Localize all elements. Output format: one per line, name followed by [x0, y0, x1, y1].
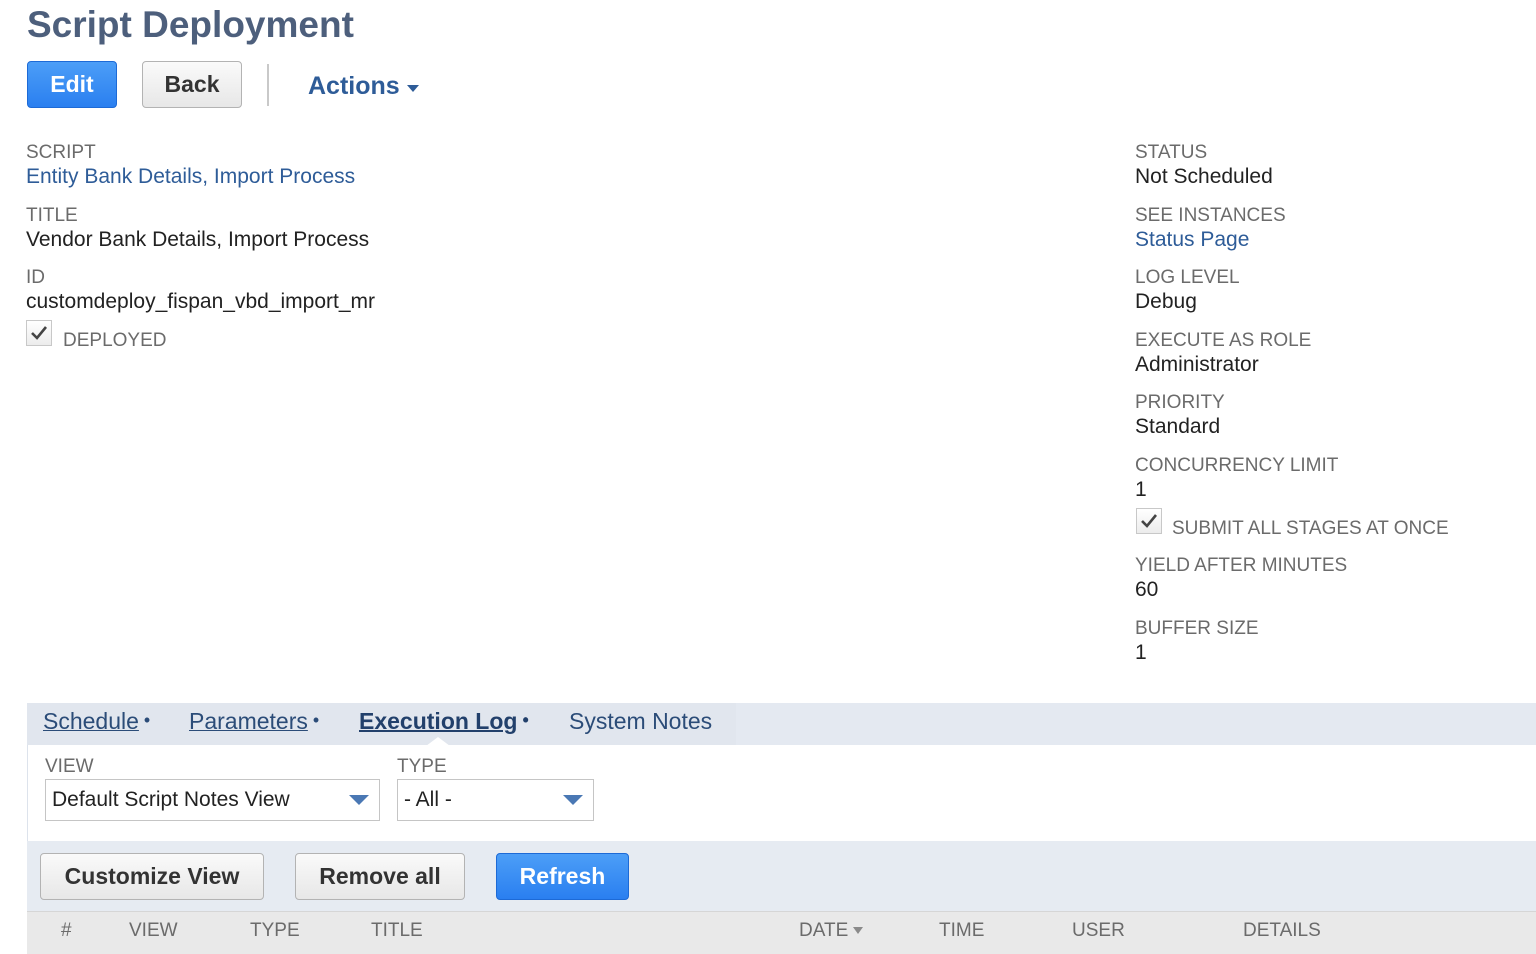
- execute-as-role-value: Administrator: [1135, 353, 1259, 376]
- execute-as-role-label: EXECUTE AS ROLE: [1135, 330, 1312, 351]
- concurrency-limit-label: CONCURRENCY LIMIT: [1135, 455, 1339, 476]
- id-label: ID: [26, 267, 45, 288]
- type-select-value: - All -: [404, 788, 452, 811]
- column-header-view[interactable]: VIEW: [129, 920, 178, 942]
- tab-execution-log[interactable]: Execution Log •: [359, 708, 529, 735]
- sort-descending-icon: [853, 927, 864, 934]
- buffer-size-label: BUFFER SIZE: [1135, 618, 1259, 639]
- see-instances-label: SEE INSTANCES: [1135, 205, 1286, 226]
- page-title: Script Deployment: [27, 4, 354, 45]
- tab-execution-log-label: Execution Log: [359, 708, 518, 734]
- column-header-number[interactable]: #: [61, 920, 72, 942]
- tab-parameters-dot: •: [312, 710, 320, 730]
- column-header-details[interactable]: DETAILS: [1243, 920, 1321, 942]
- dropdown-arrow-icon: [563, 795, 583, 805]
- title-label: TITLE: [26, 205, 78, 226]
- edit-button[interactable]: Edit: [27, 61, 117, 108]
- customize-view-button[interactable]: Customize View: [40, 853, 264, 900]
- refresh-button[interactable]: Refresh: [496, 853, 629, 900]
- remove-all-button[interactable]: Remove all: [295, 853, 465, 900]
- checkmark-icon: [31, 326, 48, 340]
- checkmark-icon: [1141, 514, 1158, 528]
- column-header-user[interactable]: USER: [1072, 920, 1125, 942]
- dropdown-arrow-icon: [349, 795, 369, 805]
- tab-schedule-label: Schedule: [43, 708, 139, 734]
- submit-all-stages-checkbox[interactable]: [1136, 508, 1162, 534]
- deployed-label: DEPLOYED: [63, 330, 167, 351]
- tab-schedule[interactable]: Schedule •: [43, 708, 150, 735]
- view-select[interactable]: Default Script Notes View: [45, 779, 380, 821]
- status-value: Not Scheduled: [1135, 165, 1273, 188]
- column-header-date-label: DATE: [799, 920, 849, 941]
- tab-parameters[interactable]: Parameters •: [189, 708, 319, 735]
- log-level-label: LOG LEVEL: [1135, 267, 1240, 288]
- priority-label: PRIORITY: [1135, 392, 1225, 413]
- buffer-size-value: 1: [1135, 641, 1147, 664]
- script-label: SCRIPT: [26, 142, 96, 163]
- tab-system-notes-label: System Notes: [569, 708, 713, 734]
- toolbar-separator: [267, 64, 269, 106]
- back-button[interactable]: Back: [142, 61, 242, 108]
- priority-value: Standard: [1135, 415, 1221, 438]
- yield-after-minutes-label: YIELD AFTER MINUTES: [1135, 555, 1348, 576]
- view-filter-label: VIEW: [45, 756, 94, 777]
- concurrency-limit-value: 1: [1135, 478, 1147, 501]
- submit-all-stages-label: SUBMIT ALL STAGES AT ONCE: [1172, 518, 1449, 539]
- log-level-value: Debug: [1135, 290, 1197, 313]
- deployed-checkbox[interactable]: [26, 320, 52, 346]
- actions-label: Actions: [308, 72, 400, 100]
- tab-parameters-label: Parameters: [189, 708, 308, 734]
- column-header-date[interactable]: DATE: [799, 920, 864, 942]
- type-select[interactable]: - All -: [397, 779, 594, 821]
- yield-after-minutes-value: 60: [1135, 578, 1159, 601]
- column-header-type[interactable]: TYPE: [250, 920, 300, 942]
- view-select-value: Default Script Notes View: [52, 788, 290, 811]
- script-link[interactable]: Entity Bank Details, Import Process: [26, 165, 355, 189]
- caret-down-icon: [406, 84, 419, 92]
- column-header-time[interactable]: TIME: [939, 920, 984, 942]
- status-page-link[interactable]: Status Page: [1135, 228, 1249, 252]
- status-label: STATUS: [1135, 142, 1208, 163]
- type-filter-label: TYPE: [397, 756, 447, 777]
- column-header-title[interactable]: TITLE: [371, 920, 423, 942]
- id-value: customdeploy_fispan_vbd_import_mr: [26, 290, 376, 313]
- tab-system-notes[interactable]: System Notes: [569, 708, 712, 735]
- tab-execution-log-dot: •: [522, 710, 529, 730]
- title-value: Vendor Bank Details, Import Process: [26, 228, 370, 251]
- tab-schedule-dot: •: [143, 710, 151, 730]
- actions-menu[interactable]: Actions: [308, 72, 419, 101]
